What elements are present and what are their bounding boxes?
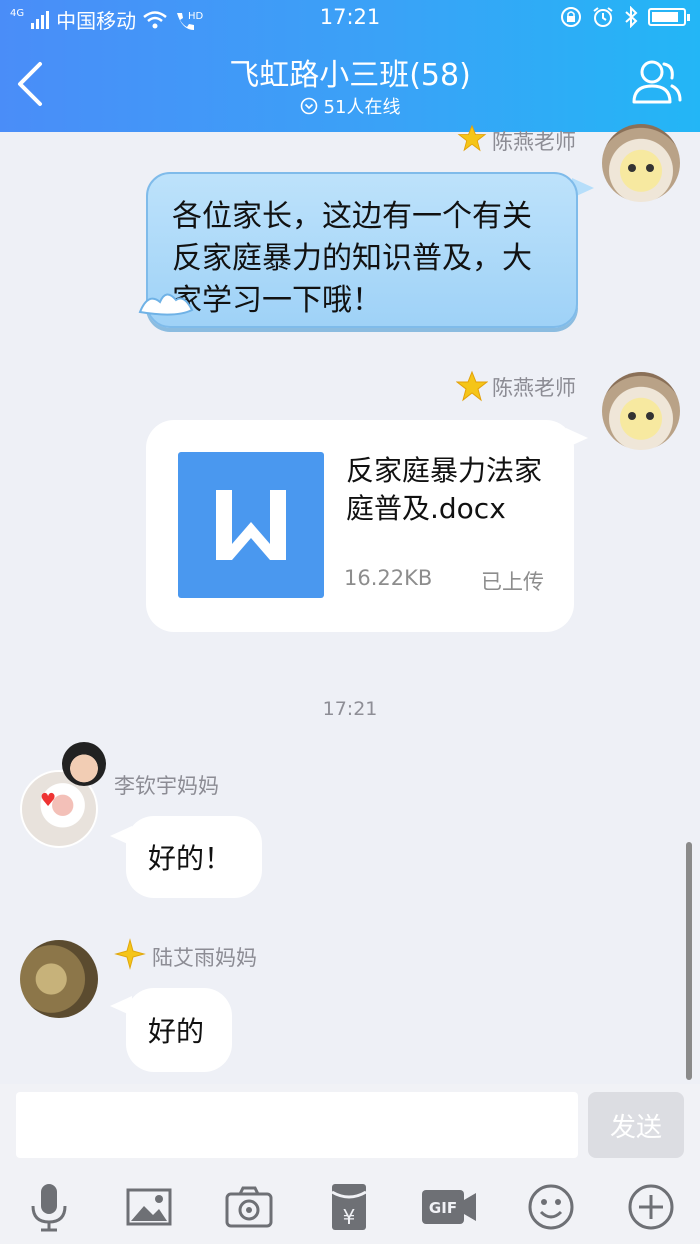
file-message-card[interactable]: 反家庭暴力法家庭普及.docx 16.22KB 已上传 — [146, 420, 574, 632]
file-size: 16.22KB — [344, 566, 433, 590]
lock-rotation-icon — [561, 7, 581, 27]
chat-toolbar: ¥ GIF — [0, 1180, 700, 1236]
time-separator: 17:21 — [322, 698, 378, 720]
image-icon[interactable] — [122, 1180, 176, 1234]
svg-text:¥: ¥ — [343, 1205, 356, 1229]
member-sparkle-icon — [114, 938, 146, 970]
bluetooth-icon — [625, 6, 638, 28]
sender-name: 陈燕老师 — [492, 130, 576, 154]
camera-icon[interactable] — [222, 1180, 276, 1234]
teacher-avatar[interactable] — [602, 372, 680, 450]
sender-name: 李钦宇妈妈 — [114, 774, 219, 798]
gif-icon[interactable]: GIF — [420, 1180, 478, 1234]
online-count: 51人在线 — [0, 93, 700, 119]
alarm-icon — [593, 7, 613, 27]
file-status: 已上传 — [481, 570, 544, 594]
message-bubble[interactable]: 好的 — [126, 988, 232, 1072]
word-document-icon — [178, 452, 324, 598]
chat-title[interactable]: 飞虹路小三班(58) — [0, 50, 700, 94]
group-members-button[interactable] — [630, 58, 682, 106]
pendant-avatar — [62, 742, 106, 786]
file-name: 反家庭暴力法家庭普及.docx — [346, 454, 543, 525]
online-count-label: 51人在线 — [323, 97, 401, 118]
message-bubble[interactable]: 好的！ — [126, 816, 262, 898]
message-bubble[interactable]: 各位家长，这边有一个有关反家庭暴力的知识普及，大家学习一下哦！ — [146, 172, 578, 328]
battery-icon — [648, 8, 690, 26]
plus-icon[interactable] — [624, 1180, 678, 1234]
scrollbar[interactable] — [686, 842, 692, 1080]
send-button[interactable]: 发送 — [588, 1092, 684, 1158]
teacher-avatar[interactable] — [602, 124, 680, 202]
wave-decoration-icon — [138, 293, 194, 316]
teacher-star-icon — [457, 124, 487, 152]
input-area: 发送 ¥ GIF — [0, 1084, 700, 1244]
emoji-icon[interactable] — [524, 1180, 578, 1234]
microphone-icon[interactable] — [22, 1180, 76, 1234]
teacher-star-icon — [456, 370, 488, 402]
chevron-circle-icon — [300, 97, 317, 115]
chat-header: 4G 中国移动 HD 17:21 飞虹路小三班(58) 51人在线 — [0, 0, 700, 132]
message-input[interactable] — [16, 1092, 578, 1158]
status-bar: 4G 中国移动 HD 17:21 — [0, 0, 700, 36]
sender-name: 陆艾雨妈妈 — [152, 946, 257, 970]
red-packet-icon[interactable]: ¥ — [322, 1180, 376, 1234]
sender-name: 陈燕老师 — [492, 376, 576, 400]
svg-text:GIF: GIF — [429, 1199, 457, 1217]
member-avatar[interactable] — [20, 940, 98, 1018]
